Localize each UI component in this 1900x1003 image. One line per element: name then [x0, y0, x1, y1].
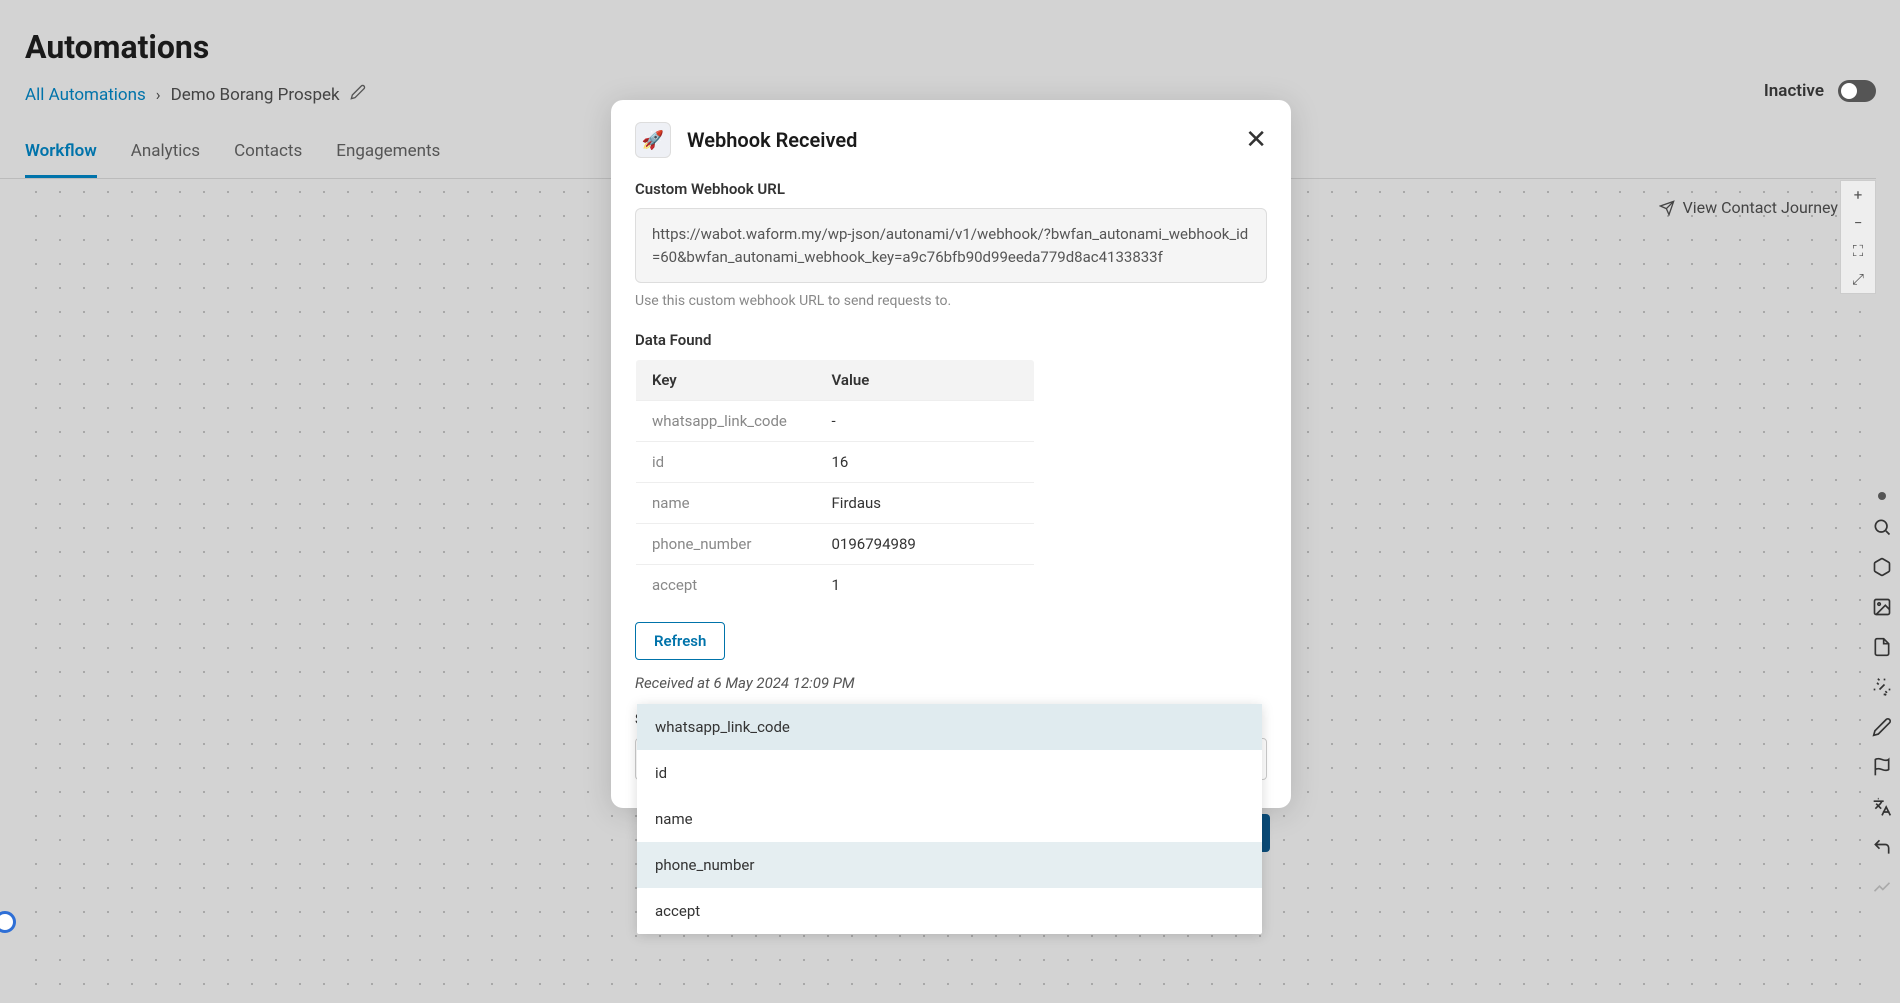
dropdown-option[interactable]: accept: [637, 888, 1262, 934]
cell-value: 0196794989: [816, 524, 1035, 565]
fit-button[interactable]: ⛶: [1841, 237, 1875, 265]
breadcrumb-root-link[interactable]: All Automations: [25, 85, 146, 105]
zoom-out-button[interactable]: −: [1841, 209, 1875, 237]
cell-key: accept: [636, 565, 816, 606]
view-journey-label: View Contact Journey: [1683, 198, 1838, 217]
cell-key: phone_number: [636, 524, 816, 565]
webhook-modal: 🚀 Webhook Received ✕ Custom Webhook URL …: [611, 100, 1291, 808]
cell-value: Firdaus: [816, 483, 1035, 524]
tab-analytics[interactable]: Analytics: [131, 141, 200, 178]
data-table: Key Value whatsapp_link_code - id 16 nam…: [635, 359, 1035, 606]
toolbar-dot-icon[interactable]: [1878, 492, 1886, 500]
breadcrumb-current: Demo Borang Prospek: [171, 85, 340, 105]
tab-contacts[interactable]: Contacts: [234, 141, 302, 178]
journey-icon: [1659, 200, 1675, 216]
undo-icon[interactable]: [1869, 834, 1895, 860]
status-label: Inactive: [1764, 81, 1824, 101]
cell-key: name: [636, 483, 816, 524]
table-row: name Firdaus: [636, 483, 1035, 524]
close-icon[interactable]: ✕: [1245, 127, 1267, 153]
refresh-button[interactable]: Refresh: [635, 622, 725, 660]
received-at: Received at 6 May 2024 12:09 PM: [635, 674, 1267, 692]
modal-title: Webhook Received: [687, 128, 857, 152]
modal-header: 🚀 Webhook Received ✕: [635, 122, 1267, 158]
dropdown-option[interactable]: id: [637, 750, 1262, 796]
table-row: whatsapp_link_code -: [636, 401, 1035, 442]
cell-value: -: [816, 401, 1035, 442]
tab-engagements[interactable]: Engagements: [336, 141, 440, 178]
edit-icon[interactable]: [350, 84, 366, 105]
path-icon[interactable]: [1869, 874, 1895, 900]
view-contact-journey-button[interactable]: View Contact Journey: [1659, 198, 1838, 217]
pencil-icon[interactable]: [1869, 714, 1895, 740]
corner-indicator: [0, 911, 16, 933]
translate-icon[interactable]: [1869, 794, 1895, 820]
table-row: accept 1: [636, 565, 1035, 606]
table-row: id 16: [636, 442, 1035, 483]
table-header-key: Key: [636, 360, 816, 401]
data-found-label: Data Found: [635, 331, 1267, 349]
rocket-icon: 🚀: [635, 122, 671, 158]
hexagon-icon[interactable]: [1869, 554, 1895, 580]
cell-key: id: [636, 442, 816, 483]
cell-key: whatsapp_link_code: [636, 401, 816, 442]
table-header-value: Value: [816, 360, 1035, 401]
search-icon[interactable]: [1869, 514, 1895, 540]
url-hint: Use this custom webhook URL to send requ…: [635, 293, 1267, 309]
flag-icon[interactable]: [1869, 754, 1895, 780]
dropdown-option[interactable]: phone_number: [637, 842, 1262, 888]
fullscreen-button[interactable]: ⤢: [1841, 265, 1875, 293]
note-icon[interactable]: [1869, 634, 1895, 660]
canvas-controls: + − ⛶ ⤢: [1840, 180, 1876, 294]
webhook-url-box[interactable]: https://wabot.waform.my/wp-json/autonami…: [635, 208, 1267, 283]
cell-value: 1: [816, 565, 1035, 606]
image-icon[interactable]: [1869, 594, 1895, 620]
table-row: phone_number 0196794989: [636, 524, 1035, 565]
page-title: Automations: [0, 0, 1900, 66]
status-area: Inactive: [1764, 80, 1876, 102]
zoom-in-button[interactable]: +: [1841, 181, 1875, 209]
dropdown-option[interactable]: whatsapp_link_code: [637, 704, 1262, 750]
url-label: Custom Webhook URL: [635, 180, 1267, 198]
right-toolbar: [1868, 492, 1896, 900]
dropdown-option[interactable]: name: [637, 796, 1262, 842]
chevron-right-icon: ›: [156, 85, 161, 104]
status-toggle[interactable]: [1838, 80, 1876, 102]
select-dropdown: whatsapp_link_code id name phone_number …: [637, 704, 1262, 934]
wand-icon[interactable]: [1869, 674, 1895, 700]
tab-workflow[interactable]: Workflow: [25, 141, 97, 178]
cell-value: 16: [816, 442, 1035, 483]
